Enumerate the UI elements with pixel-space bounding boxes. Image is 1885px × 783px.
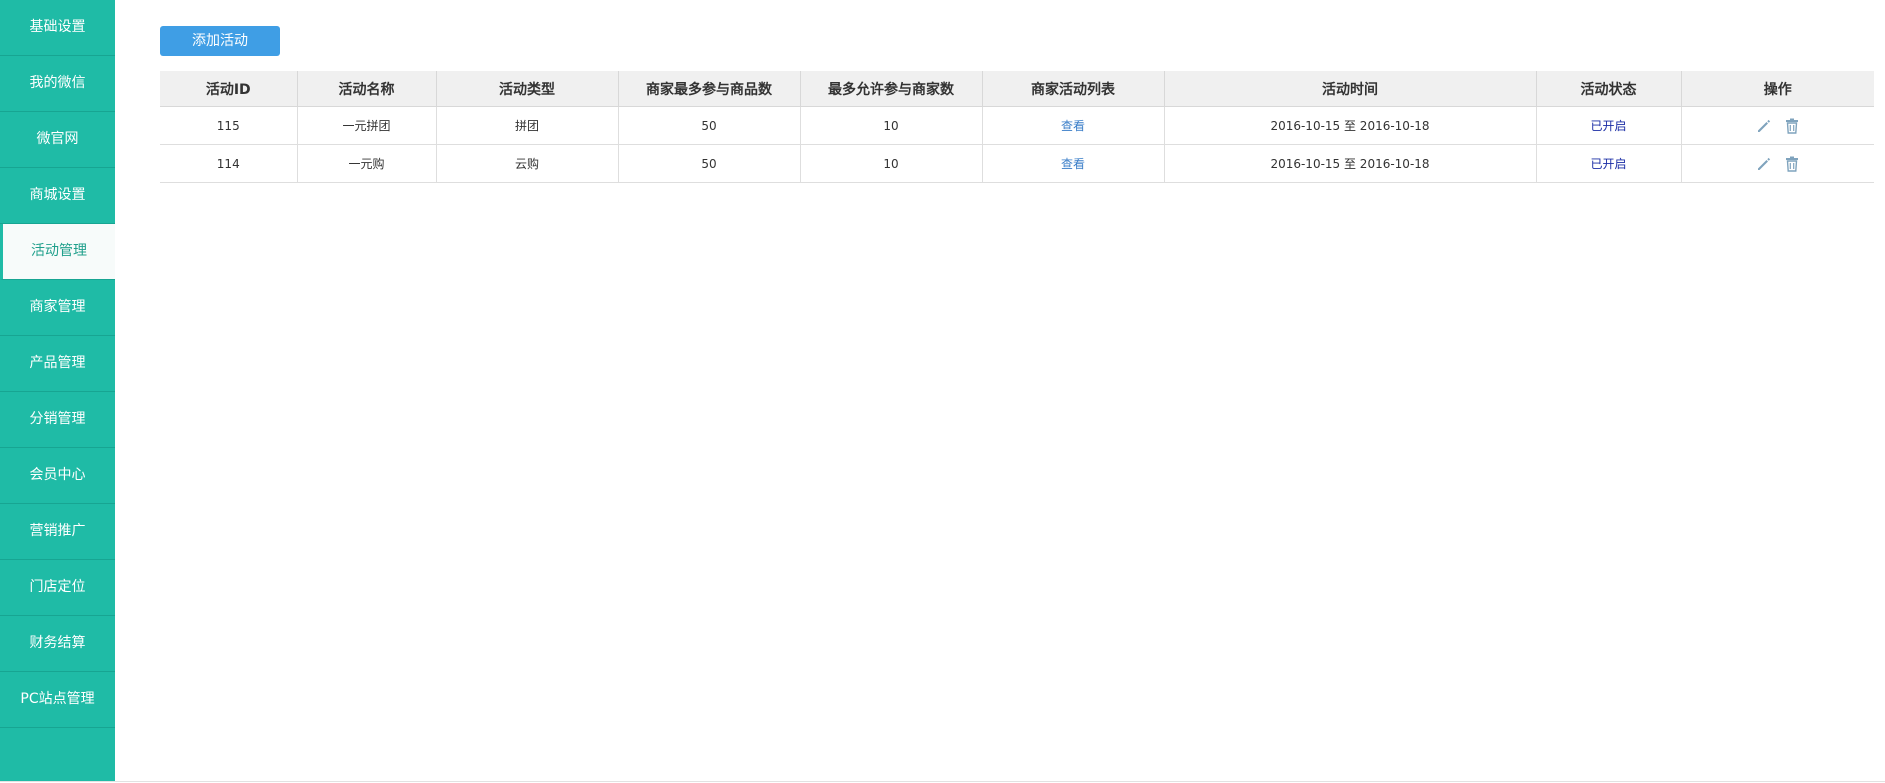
cell-activity-time: 2016-10-15 至 2016-10-18 (1164, 106, 1537, 145)
column-header-activity-time: 活动时间 (1164, 71, 1537, 107)
status-badge: 已开启 (1590, 119, 1627, 133)
trash-icon[interactable] (1783, 155, 1801, 173)
cell-activity-id: 114 (160, 144, 298, 183)
cell-max-goods: 50 (618, 106, 801, 145)
column-header-merchant-list: 商家活动列表 (982, 71, 1165, 107)
sidebar-item-product-management[interactable]: 产品管理 (0, 336, 115, 392)
sidebar-item-basic-settings[interactable]: 基础设置 (0, 0, 115, 56)
cell-activity-name: 一元购 (297, 144, 437, 183)
app-root: 基础设置 我的微信 微官网 商城设置 活动管理 商家管理 产品管理 分销管理 会… (0, 0, 1885, 783)
trash-icon[interactable] (1783, 117, 1801, 135)
sidebar-item-micro-website[interactable]: 微官网 (0, 112, 115, 168)
column-header-max-merchants: 最多允许参与商家数 (800, 71, 983, 107)
pencil-icon[interactable] (1755, 155, 1773, 173)
column-header-max-goods: 商家最多参与商品数 (618, 71, 801, 107)
sidebar-item-marketing[interactable]: 营销推广 (0, 504, 115, 560)
cell-activity-time: 2016-10-15 至 2016-10-18 (1164, 144, 1537, 183)
bottom-divider (0, 781, 1885, 782)
sidebar-item-merchant-management[interactable]: 商家管理 (0, 280, 115, 336)
status-badge: 已开启 (1590, 157, 1627, 171)
cell-actions (1681, 144, 1874, 183)
pencil-icon[interactable] (1755, 117, 1773, 135)
column-header-activity-id: 活动ID (160, 71, 298, 107)
table-row: 114 一元购 云购 50 10 查看 2016-10-15 至 2016-10… (160, 144, 1874, 183)
sidebar-item-pc-site-management[interactable]: PC站点管理 (0, 672, 115, 728)
main-content: 添加活动 活动ID 活动名称 活动类型 商家最多参与商品数 最多允许参与商家数 … (160, 26, 1874, 183)
cell-merchant-list: 查看 (982, 106, 1165, 145)
sidebar-item-mall-settings[interactable]: 商城设置 (0, 168, 115, 224)
table-header-row: 活动ID 活动名称 活动类型 商家最多参与商品数 最多允许参与商家数 商家活动列… (160, 71, 1874, 107)
column-header-activity-type: 活动类型 (436, 71, 619, 107)
cell-activity-status: 已开启 (1536, 144, 1682, 183)
sidebar-item-member-center[interactable]: 会员中心 (0, 448, 115, 504)
cell-merchant-list: 查看 (982, 144, 1165, 183)
cell-activity-id: 115 (160, 106, 298, 145)
sidebar-item-distribution-management[interactable]: 分销管理 (0, 392, 115, 448)
cell-activity-status: 已开启 (1536, 106, 1682, 145)
view-merchant-list-link[interactable]: 查看 (1061, 119, 1085, 133)
sidebar-item-finance-settlement[interactable]: 财务结算 (0, 616, 115, 672)
column-header-activity-status: 活动状态 (1536, 71, 1682, 107)
column-header-activity-name: 活动名称 (297, 71, 437, 107)
view-merchant-list-link[interactable]: 查看 (1061, 157, 1085, 171)
cell-max-merchants: 10 (800, 144, 983, 183)
cell-activity-type: 云购 (436, 144, 619, 183)
cell-max-merchants: 10 (800, 106, 983, 145)
cell-activity-type: 拼团 (436, 106, 619, 145)
table-row: 115 一元拼团 拼团 50 10 查看 2016-10-15 至 2016-1… (160, 106, 1874, 145)
cell-activity-name: 一元拼团 (297, 106, 437, 145)
add-activity-button[interactable]: 添加活动 (160, 26, 280, 56)
sidebar-item-activity-management[interactable]: 活动管理 (0, 224, 115, 280)
column-header-actions: 操作 (1681, 71, 1874, 107)
sidebar: 基础设置 我的微信 微官网 商城设置 活动管理 商家管理 产品管理 分销管理 会… (0, 0, 115, 782)
sidebar-item-store-location[interactable]: 门店定位 (0, 560, 115, 616)
cell-max-goods: 50 (618, 144, 801, 183)
cell-actions (1681, 106, 1874, 145)
sidebar-item-my-wechat[interactable]: 我的微信 (0, 56, 115, 112)
activity-table: 活动ID 活动名称 活动类型 商家最多参与商品数 最多允许参与商家数 商家活动列… (160, 71, 1874, 183)
